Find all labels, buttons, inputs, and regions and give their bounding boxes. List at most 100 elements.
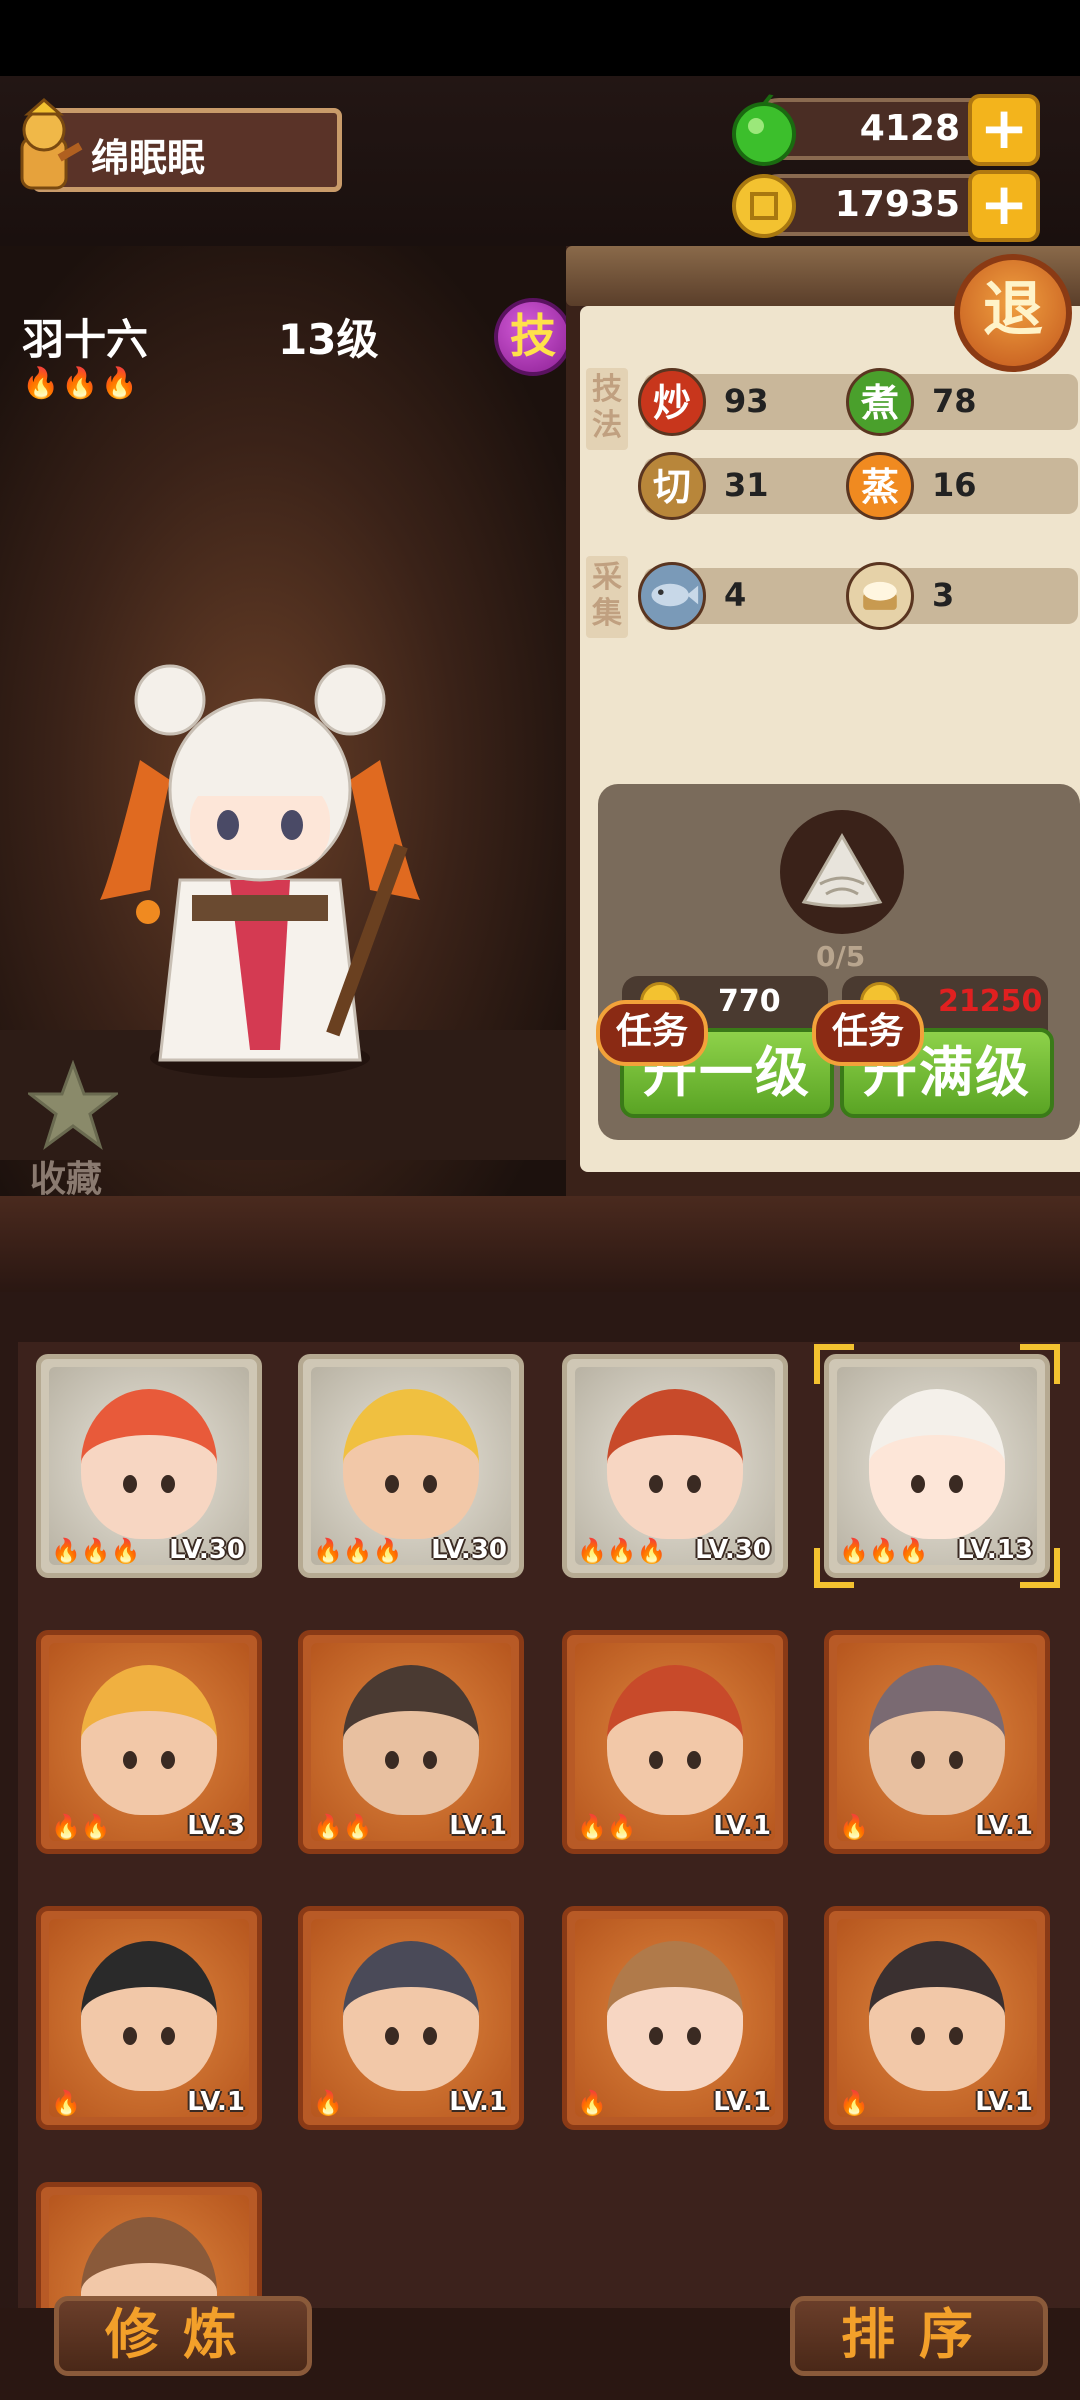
card-rarity-flames: 🔥🔥🔥 — [313, 1537, 403, 1565]
selection-corner — [814, 1344, 854, 1384]
character-eye — [161, 1475, 175, 1493]
stat-stir-fry: 炒 93 — [638, 368, 870, 436]
roster-card[interactable]: 🔥 LV.1 — [36, 1906, 262, 2130]
roster-card[interactable]: 🔥🔥 LV.1 — [298, 1630, 524, 1854]
character-face — [869, 1665, 1005, 1815]
character-face — [607, 1665, 743, 1815]
jade-amount: 4128 — [859, 108, 960, 149]
jade-icon — [732, 94, 796, 166]
roster-card[interactable]: 🔥🔥 LV.3 — [36, 1630, 262, 1854]
task-tag-max-level[interactable]: 任务 — [812, 1000, 924, 1066]
card-level: LV.30 — [431, 1535, 507, 1565]
character-face — [607, 1389, 743, 1539]
roster-card[interactable]: 🔥🔥🔥 LV.13 — [824, 1354, 1050, 1578]
character-eye — [687, 1475, 701, 1493]
card-rarity-flames: 🔥🔥🔥 — [577, 1537, 667, 1565]
card-rarity-flames: 🔥 — [577, 2089, 607, 2117]
rice-ball-icon — [780, 810, 904, 934]
character-eye — [423, 1751, 437, 1769]
skill-button[interactable]: 技 — [494, 298, 572, 376]
character-eye — [911, 2027, 925, 2045]
character-face — [869, 1389, 1005, 1539]
roster-card[interactable]: 🔥🔥 LV.1 — [562, 1630, 788, 1854]
card-level: LV.3 — [187, 1811, 245, 1841]
card-level: LV.30 — [169, 1535, 245, 1565]
sort-button[interactable]: 排序 — [790, 2296, 1048, 2376]
gather-tag: 采集 — [586, 556, 628, 638]
card-level: LV.1 — [975, 2087, 1033, 2117]
character-eye — [687, 1751, 701, 1769]
card-rarity-flames: 🔥 — [839, 2089, 869, 2117]
roster-card[interactable]: 🔥 LV.1 — [824, 1630, 1050, 1854]
card-level: LV.1 — [713, 1811, 771, 1841]
character-face — [869, 1941, 1005, 2091]
wood-divider — [0, 1196, 1080, 1292]
character-face — [81, 1665, 217, 1815]
character-eye — [649, 1751, 663, 1769]
fish-icon — [638, 562, 706, 630]
character-eye — [423, 1475, 437, 1493]
card-rarity-flames: 🔥🔥 — [51, 1813, 111, 1841]
coin-amount: 17935 — [834, 184, 960, 225]
card-rarity-flames: 🔥 — [313, 2089, 343, 2117]
steam-badge: 蒸 — [846, 452, 914, 520]
character-face — [81, 1941, 217, 2091]
exit-button[interactable]: 退 — [954, 254, 1072, 372]
character-eye — [949, 2027, 963, 2045]
character-eye — [949, 1751, 963, 1769]
upgrade-progress: 0/5 — [816, 940, 866, 973]
technique-tag: 技法 — [586, 368, 628, 450]
card-rarity-flames: 🔥🔥 — [313, 1813, 373, 1841]
character-eye — [161, 1751, 175, 1769]
task-tag-one-level[interactable]: 任务 — [596, 1000, 708, 1066]
add-jade-button[interactable]: + — [968, 94, 1040, 166]
character-eye — [649, 2027, 663, 2045]
card-level: LV.1 — [713, 2087, 771, 2117]
add-coins-button[interactable]: + — [968, 170, 1040, 242]
roster-card[interactable]: 🔥🔥🔥 LV.30 — [562, 1354, 788, 1578]
card-level: LV.1 — [975, 1811, 1033, 1841]
stat-fish: 4 — [638, 562, 870, 630]
character-eye — [123, 1751, 137, 1769]
player-avatar-icon[interactable] — [4, 98, 84, 198]
steamed-bun-icon — [846, 562, 914, 630]
stir-fry-value: 93 — [724, 382, 769, 420]
cut-badge: 切 — [638, 452, 706, 520]
boil-value: 78 — [932, 382, 977, 420]
roster-card[interactable]: 🔥 LV.1 — [298, 1906, 524, 2130]
card-rarity-flames: 🔥🔥 — [577, 1813, 637, 1841]
card-rarity-flames: 🔥🔥🔥 — [51, 1537, 141, 1565]
roster-card[interactable]: 🔥🔥🔥 LV.30 — [36, 1354, 262, 1578]
card-level: LV.30 — [695, 1535, 771, 1565]
roster-card[interactable]: 🔥 LV.1 — [824, 1906, 1050, 2130]
character-eye — [161, 2027, 175, 2045]
max-level-cost-value: 21250 — [938, 984, 1043, 1019]
train-button[interactable]: 修炼 — [54, 2296, 312, 2376]
character-eye — [123, 1475, 137, 1493]
character-portrait — [100, 664, 420, 1078]
player-name: 绵眠眠 — [91, 136, 206, 180]
character-face — [343, 1389, 479, 1539]
card-rarity-flames: 🔥 — [839, 1813, 869, 1841]
roster-card[interactable]: 🔥 LV.1 — [562, 1906, 788, 2130]
stat-steam: 蒸 16 — [846, 452, 1078, 520]
character-eye — [385, 2027, 399, 2045]
card-level: LV.1 — [449, 1811, 507, 1841]
stir-fry-badge: 炒 — [638, 368, 706, 436]
cut-value: 31 — [724, 466, 769, 504]
character-face — [343, 1665, 479, 1815]
favorite-star-icon[interactable] — [28, 1060, 118, 1150]
character-eye — [949, 1475, 963, 1493]
jade-resource: 4128 + — [732, 94, 1040, 166]
roster-card[interactable]: 🔥🔥🔥 LV.30 — [298, 1354, 524, 1578]
coin-icon — [732, 174, 796, 238]
stat-bun: 3 — [846, 562, 1078, 630]
character-eye — [423, 2027, 437, 2045]
character-eye — [385, 1475, 399, 1493]
fish-value: 4 — [724, 576, 747, 614]
character-face — [607, 1941, 743, 2091]
selection-corner — [1020, 1548, 1060, 1588]
coin-resource: 17935 + — [732, 170, 1040, 242]
favorite-label[interactable]: 收藏 — [30, 1150, 102, 1202]
character-eye — [687, 2027, 701, 2045]
